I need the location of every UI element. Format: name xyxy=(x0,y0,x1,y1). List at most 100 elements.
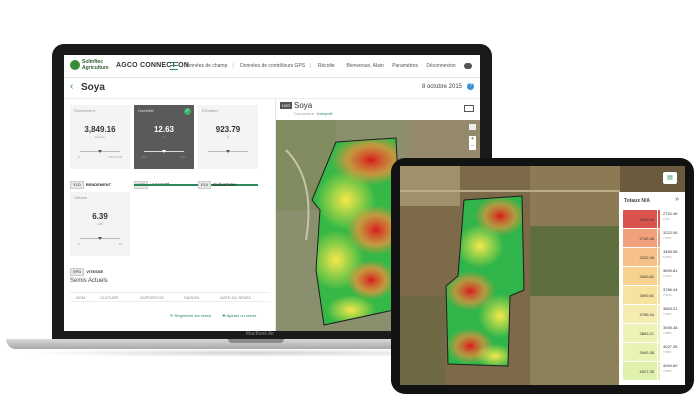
legend-range-end: 2732.46 xyxy=(663,211,678,216)
legend-range-end: 3222.06 xyxy=(663,230,678,235)
chat-icon[interactable] xyxy=(464,63,472,69)
card-value: 6.39 xyxy=(92,212,108,221)
breadcrumb-separator: | xyxy=(310,63,312,69)
tag-label: RENDEMENT xyxy=(85,182,112,187)
laptop-notch xyxy=(228,339,284,343)
help-icon[interactable]: ? xyxy=(467,83,474,90)
map-header: H2O Soya Couverture : Interpolé xyxy=(276,99,480,119)
card-yield[interactable]: Rendement 3,849.16 bu/acre 0 10,272.06 xyxy=(70,105,130,169)
legend-color-bar xyxy=(658,210,660,228)
card-value: 3,849.16 xyxy=(84,125,116,134)
card-max: 19.1 xyxy=(180,155,186,159)
solinftec-logo-text: Solinftec Agriculture xyxy=(82,59,109,71)
legend-color-bar xyxy=(658,305,660,323)
legend-color-bar xyxy=(658,248,660,266)
card-elevation[interactable]: Élévation 923.79 ft xyxy=(198,105,258,169)
legend-color-bar xyxy=(658,286,660,304)
col-season[interactable]: SAISON xyxy=(184,295,199,300)
tablet-map-svg xyxy=(400,166,620,385)
col-crop[interactable]: CULTURE xyxy=(100,295,119,300)
legend-range-start: 3459.81 xyxy=(639,273,654,279)
card-speed[interactable]: Vitesse 6.39 mi/h 0 10 xyxy=(70,192,130,256)
coverage-value: Interpolé xyxy=(317,111,333,116)
card-title: Élévation xyxy=(202,108,219,113)
agco-connect-logo: AGCO CONNECT ON xyxy=(116,62,189,69)
col-area[interactable]: SUPERFICIE xyxy=(140,295,164,300)
legend-range-end: 4027.35 xyxy=(663,344,678,349)
card-slider xyxy=(80,237,120,240)
card-unit: bu/acre xyxy=(94,135,105,139)
legend-swatch: 4027.35 xyxy=(623,362,657,380)
card-moisture[interactable]: Humidité ✓ 12.63 % 8.2 19.1 xyxy=(134,105,194,169)
regenerate-sowing-link[interactable]: ⟳ Régénérer les semis xyxy=(170,313,216,318)
card-max: 10,272.06 xyxy=(108,155,122,159)
col-name[interactable]: NOM xyxy=(76,295,85,300)
field-date[interactable]: 8 octobre 2015 xyxy=(422,84,462,90)
tag-code: ELV xyxy=(198,181,212,189)
breadcrumb-harvest[interactable]: Récolte xyxy=(318,63,335,69)
legend-color-bar xyxy=(658,229,660,247)
legend-range-start: 3699.81 xyxy=(639,292,654,298)
map-parcel xyxy=(400,166,460,206)
card-value: 923.79 xyxy=(215,125,241,134)
sowing-actions: ⟳ Régénérer les semis ✚ Ajouter un semis xyxy=(170,313,266,318)
col-sowing-date[interactable]: DATE DU SEMIS xyxy=(220,295,251,300)
tablet-screen: ▤ Totaux N/A » 1509.46 2732.46 3.4% 2742.46… xyxy=(400,166,685,385)
logout-link[interactable]: Déconnexion xyxy=(426,63,455,69)
card-tag-moisture[interactable]: H2OHUMIDITÉ xyxy=(134,173,170,189)
collapse-panel-icon[interactable]: » xyxy=(675,196,679,203)
card-value: 12.63 xyxy=(153,125,175,134)
legend-range-start: 3786.44 xyxy=(639,311,654,317)
hamburger-menu-icon[interactable] xyxy=(170,62,178,70)
legend-percent: 7.81% xyxy=(663,293,672,297)
legend-percent: 7.65% xyxy=(663,350,672,354)
legend-percent: 7.58% xyxy=(663,331,672,335)
map-parcel xyxy=(530,166,620,226)
card-title: Rendement xyxy=(74,108,95,113)
breadcrumb-gps-data[interactable]: Données de contrôleurs GPS xyxy=(240,63,305,69)
legend-swatch: 2742.46 xyxy=(623,229,657,247)
legend-row: 3222.96 3459.56 5.58% xyxy=(623,248,681,266)
legend-row: 3459.81 3699.81 7.55% xyxy=(623,267,681,285)
settings-link[interactable]: Paramètres xyxy=(392,63,418,69)
tablet-heatmap[interactable] xyxy=(400,166,620,385)
legend-swatch: 3699.81 xyxy=(623,286,657,304)
add-sowing-label: Ajouter un semis xyxy=(226,313,257,318)
legend-panel: Totaux N/A » 1509.46 2732.46 3.4% 2742.46 32… xyxy=(619,192,685,385)
sowing-section-title: Semis Actuels xyxy=(70,278,108,284)
slider-knob-icon xyxy=(162,150,166,153)
legend-color-bar xyxy=(658,324,660,342)
card-tag-speed[interactable]: SPD VITESSE xyxy=(70,260,103,276)
card-title: Vitesse xyxy=(74,195,88,200)
legend-percent: 7.55% xyxy=(663,236,672,240)
slider-knob-icon xyxy=(226,150,230,153)
breadcrumb-field-data[interactable]: Données de champ xyxy=(184,63,227,69)
solinftec-logo-icon xyxy=(70,60,80,70)
legend-row: 3699.81 3786.44 7.81% xyxy=(623,286,681,304)
report-icon[interactable]: ▤ xyxy=(663,172,677,184)
tag-code: SPD xyxy=(70,268,85,276)
legend-color-bar xyxy=(658,267,660,285)
card-tag-yield[interactable]: YLD RENDEMENT xyxy=(70,173,111,189)
zoom-out-button[interactable]: − xyxy=(469,143,476,150)
legend-percent: 7.55% xyxy=(663,274,672,278)
layers-icon[interactable] xyxy=(469,124,476,130)
legend-row: 3945.38 4027.35 7.65% xyxy=(623,343,681,361)
legend-swatch: 1509.46 xyxy=(623,210,657,228)
add-sowing-link[interactable]: ✚ Ajouter un semis xyxy=(222,313,261,318)
card-tag-elevation[interactable]: ELV ÉLÉVATION xyxy=(198,173,236,189)
compare-view-icon[interactable] xyxy=(464,105,474,112)
legend-range-end: 3459.56 xyxy=(663,249,678,254)
back-arrow-icon[interactable]: ‹ xyxy=(70,81,73,92)
legend-row: 1509.46 2732.46 3.4% xyxy=(623,210,681,228)
card-max: 10 xyxy=(118,242,122,246)
field-header: ‹ Soya 8 octobre 2015 ? xyxy=(64,78,480,99)
legend-swatch: 3459.81 xyxy=(623,267,657,285)
card-title: Humidité xyxy=(138,108,154,113)
zoom-in-button[interactable]: + xyxy=(469,136,476,143)
regenerate-label: Régénérer les semis xyxy=(174,313,212,318)
legend-row: 3863.21 3945.38 7.58% xyxy=(623,324,681,342)
legend-swatch: 3863.21 xyxy=(623,324,657,342)
tag-label: VITESSE xyxy=(86,269,104,274)
slider-knob-icon xyxy=(98,237,102,240)
